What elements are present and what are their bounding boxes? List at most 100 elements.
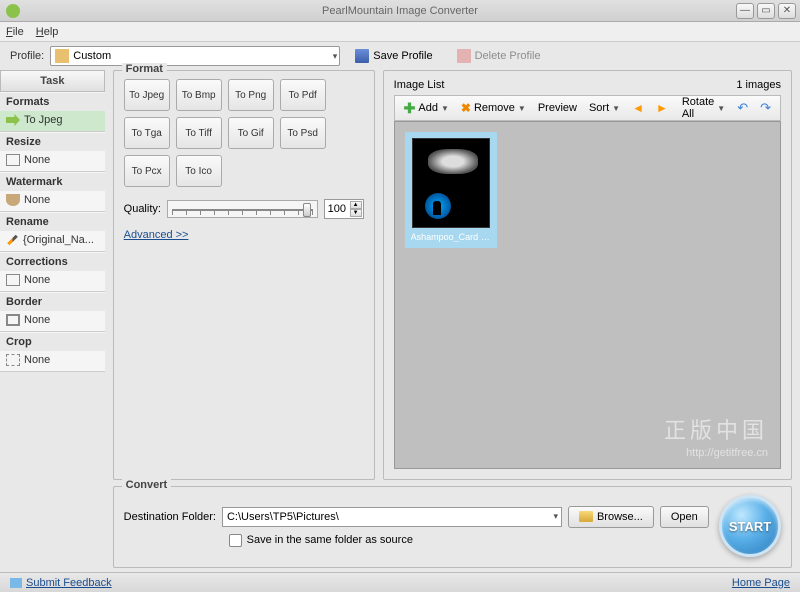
sidebar-group-crop[interactable]: Crop [0, 332, 105, 351]
dest-folder-input[interactable]: C:\Users\TP5\Pictures\ ▾ [222, 507, 562, 527]
disk-icon [355, 49, 369, 63]
thumbnail-item[interactable]: Ashampoo_Card - 20... [405, 132, 497, 248]
start-button[interactable]: START [719, 495, 781, 557]
plus-icon: ✚ [404, 100, 416, 117]
sidebar-item-border[interactable]: None [0, 311, 105, 331]
sidebar-item-watermark[interactable]: None [0, 191, 105, 211]
spin-down[interactable]: ▼ [350, 209, 362, 217]
format-to-psd-button[interactable]: To Psd [280, 117, 326, 149]
minimize-button[interactable]: — [736, 3, 754, 19]
crop-icon [6, 354, 20, 366]
remove-icon: ✖ [461, 101, 471, 115]
profile-bar: Profile: Custom ▾ Save Profile Delete Pr… [0, 42, 800, 70]
rotate-all-button[interactable]: Rotate All▼ [677, 94, 730, 122]
sidebar-item-formats[interactable]: To Jpeg [0, 111, 105, 131]
chevron-down-icon: ▼ [518, 104, 526, 113]
format-to-tiff-button[interactable]: To Tiff [176, 117, 222, 149]
chevron-down-icon: ▼ [612, 104, 620, 113]
close-button[interactable]: ✕ [778, 3, 796, 19]
profile-value: Custom [73, 50, 111, 62]
maximize-button[interactable]: ▭ [757, 3, 775, 19]
slider-thumb[interactable] [303, 203, 311, 217]
convert-panel: Convert Destination Folder: C:\Users\TP5… [113, 486, 792, 568]
watermark-text: 正版中国 http://getitfree.cn [664, 417, 768, 460]
sidebar-header: Task [0, 70, 105, 92]
app-window: PearlMountain Image Converter — ▭ ✕ File… [0, 0, 800, 592]
same-folder-checkbox[interactable] [229, 534, 242, 547]
thumbnail-label: Ashampoo_Card - 20... [411, 232, 491, 242]
preview-button[interactable]: Preview [533, 100, 582, 116]
save-profile-button[interactable]: Save Profile [346, 45, 441, 67]
sidebar-group-watermark[interactable]: Watermark [0, 172, 105, 191]
window-title: PearlMountain Image Converter [322, 5, 478, 17]
menu-help[interactable]: Help [36, 26, 59, 38]
sidebar-group-corrections[interactable]: Corrections [0, 252, 105, 271]
task-sidebar: Task Formats To JpegResize NoneWatermark… [0, 70, 105, 568]
spin-up[interactable]: ▲ [350, 201, 362, 209]
profile-combo[interactable]: Custom ▾ [50, 46, 340, 66]
folder-icon [579, 511, 593, 522]
browse-button[interactable]: Browse... [568, 506, 654, 528]
quality-label: Quality: [124, 203, 161, 215]
next-button[interactable]: ► [651, 99, 673, 117]
sidebar-item-crop[interactable]: None [0, 351, 105, 371]
quality-spinner[interactable]: 100 ▲▼ [324, 199, 364, 219]
delete-icon [457, 49, 471, 63]
format-to-pcx-button[interactable]: To Pcx [124, 155, 170, 187]
chevron-down-icon: ▾ [333, 51, 338, 62]
chevron-down-icon: ▼ [441, 104, 449, 113]
submit-feedback-link[interactable]: Submit Feedback [26, 577, 112, 589]
format-to-tga-button[interactable]: To Tga [124, 117, 170, 149]
add-button[interactable]: ✚Add▼ [399, 98, 454, 119]
arrow-right-icon: ► [656, 101, 668, 115]
format-grid: To JpegTo BmpTo PngTo PdfTo TgaTo TiffTo… [124, 79, 364, 187]
sidebar-group-rename[interactable]: Rename [0, 212, 105, 231]
format-to-jpeg-button[interactable]: To Jpeg [124, 79, 170, 111]
menubar: File Help [0, 22, 800, 42]
box-icon [6, 154, 20, 166]
thumbnail-area[interactable]: Ashampoo_Card - 20... 正版中国 http://getitf… [394, 121, 781, 469]
undo-icon: ↶ [737, 100, 748, 116]
pen-icon [7, 235, 18, 246]
sidebar-item-corrections[interactable]: None [0, 271, 105, 291]
profile-label: Profile: [10, 50, 44, 62]
convert-legend: Convert [122, 479, 172, 491]
quality-slider[interactable] [167, 200, 318, 218]
chevron-down-icon: ▾ [553, 511, 558, 522]
drop-icon [6, 194, 20, 206]
same-folder-label: Save in the same folder as source [247, 534, 413, 546]
home-page-link[interactable]: Home Page [732, 577, 790, 589]
redo-button[interactable]: ↷ [755, 98, 776, 118]
feedback-icon [10, 578, 22, 588]
format-legend: Format [122, 63, 167, 75]
open-button[interactable]: Open [660, 506, 709, 528]
box-icon [6, 274, 20, 286]
undo-button[interactable]: ↶ [732, 98, 753, 118]
sidebar-group-formats[interactable]: Formats [0, 92, 105, 111]
frame-icon [6, 314, 20, 326]
profile-icon [55, 49, 69, 63]
arrow-left-icon: ◄ [632, 101, 644, 115]
remove-button[interactable]: ✖Remove▼ [456, 99, 531, 117]
arrow-icon [6, 114, 20, 126]
format-to-ico-button[interactable]: To Ico [176, 155, 222, 187]
format-to-bmp-button[interactable]: To Bmp [176, 79, 222, 111]
sidebar-group-resize[interactable]: Resize [0, 132, 105, 151]
imagelist-legend: Image List [394, 79, 445, 91]
advanced-link[interactable]: Advanced >> [124, 229, 364, 241]
app-icon [6, 4, 20, 18]
imagelist-toolbar: ✚Add▼ ✖Remove▼ Preview Sort▼ ◄ ► Rotate … [394, 95, 781, 121]
sidebar-group-border[interactable]: Border [0, 292, 105, 311]
sidebar-item-rename[interactable]: {Original_Na... [0, 231, 105, 251]
thumbnail-image [412, 138, 490, 228]
format-to-png-button[interactable]: To Png [228, 79, 274, 111]
sidebar-item-resize[interactable]: None [0, 151, 105, 171]
sort-button[interactable]: Sort▼ [584, 100, 625, 116]
format-to-gif-button[interactable]: To Gif [228, 117, 274, 149]
format-to-pdf-button[interactable]: To Pdf [280, 79, 326, 111]
prev-button[interactable]: ◄ [627, 99, 649, 117]
chevron-down-icon: ▼ [717, 104, 725, 113]
imagelist-panel: Image List 1 images ✚Add▼ ✖Remove▼ Previ… [383, 70, 792, 480]
dest-label: Destination Folder: [124, 511, 216, 523]
menu-file[interactable]: File [6, 26, 24, 38]
